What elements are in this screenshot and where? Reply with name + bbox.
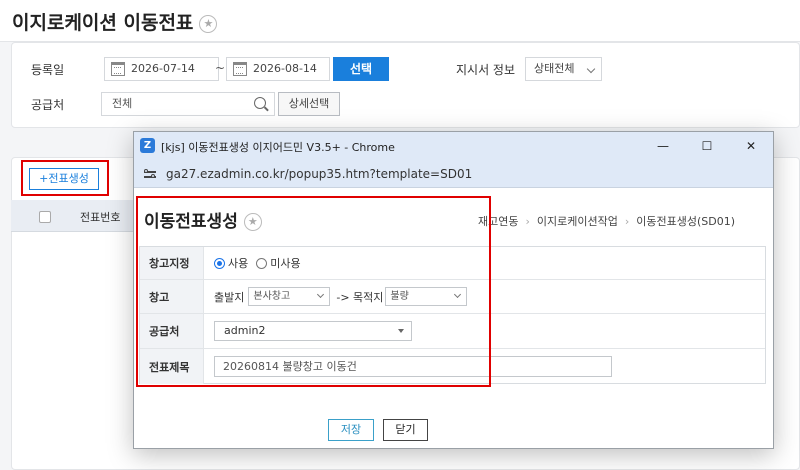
breadcrumb-item[interactable]: 이지로케이션작업 (537, 215, 618, 228)
close-icon[interactable]: ✕ (729, 132, 773, 160)
breadcrumb-item[interactable]: 이동전표생성(SD01) (636, 215, 735, 228)
start-date-input[interactable]: 2026-07-14 (104, 57, 219, 81)
app-logo-icon: Z (140, 138, 155, 153)
start-date-value: 2026-07-14 (131, 62, 195, 75)
close-button[interactable]: 닫기 (383, 419, 428, 441)
popup-window: Z [kjs] 이동전표생성 이지어드민 V3.5+ - Chrome — ☐ … (133, 131, 774, 449)
date-range-separator: ~ (215, 61, 226, 75)
end-date-value: 2026-08-14 (253, 62, 317, 75)
window-title: [kjs] 이동전표생성 이지어드민 V3.5+ - Chrome (161, 141, 395, 154)
filter-panel: 등록일 2026-07-14 ~ 2026-08-14 선택 지시서 정보 상태… (11, 42, 800, 128)
calendar-icon (111, 62, 125, 76)
address-bar[interactable]: ga27.ezadmin.co.kr/popup35.htm?template=… (134, 160, 773, 188)
page-title: 이지로케이션 이동전표 ★ (12, 8, 218, 35)
favorite-star-icon[interactable]: ★ (199, 14, 218, 33)
supplier-search-input[interactable]: 전체 (101, 92, 275, 116)
minimize-icon[interactable]: — (641, 132, 685, 160)
search-icon[interactable] (254, 97, 266, 109)
breadcrumb: 재고연동 › 이지로케이션작업 › 이동전표생성(SD01) (478, 213, 735, 229)
supplier-search-value: 전체 (112, 97, 133, 110)
site-settings-icon[interactable] (144, 169, 156, 179)
branch-info-label: 지시서 정보 (456, 63, 516, 77)
column-slip-number: 전표번호 (80, 211, 121, 224)
popup-content: 이동전표생성 ★ 재고연동 › 이지로케이션작업 › 이동전표생성(SD01) 창고지정 … (134, 189, 773, 448)
supplier-label: 공급처 (31, 98, 65, 112)
highlight-box-create (21, 160, 109, 196)
save-button[interactable]: 저장 (328, 419, 374, 441)
status-select[interactable]: 상태전체 (525, 57, 602, 81)
select-all-checkbox[interactable] (39, 211, 51, 223)
status-select-value: 상태전체 (534, 62, 575, 75)
highlight-box-form (136, 196, 491, 387)
url-text[interactable]: ga27.ezadmin.co.kr/popup35.htm?template=… (166, 167, 472, 181)
end-date-input[interactable]: 2026-08-14 (226, 57, 330, 81)
date-select-button[interactable]: 선택 (333, 57, 389, 81)
page-header: 이지로케이션 이동전표 ★ (0, 0, 800, 42)
breadcrumb-separator: › (525, 215, 530, 228)
table-header: 전표번호 (11, 200, 141, 232)
page-title-text: 이지로케이션 이동전표 (12, 12, 194, 34)
breadcrumb-separator: › (624, 215, 630, 228)
chevron-down-icon (586, 64, 596, 74)
maximize-icon[interactable]: ☐ (685, 132, 729, 160)
window-titlebar[interactable]: Z [kjs] 이동전표생성 이지어드민 V3.5+ - Chrome — ☐ … (134, 132, 773, 160)
date-label: 등록일 (31, 63, 65, 77)
calendar-icon (233, 62, 247, 76)
detail-select-button[interactable]: 상세선택 (278, 92, 340, 116)
